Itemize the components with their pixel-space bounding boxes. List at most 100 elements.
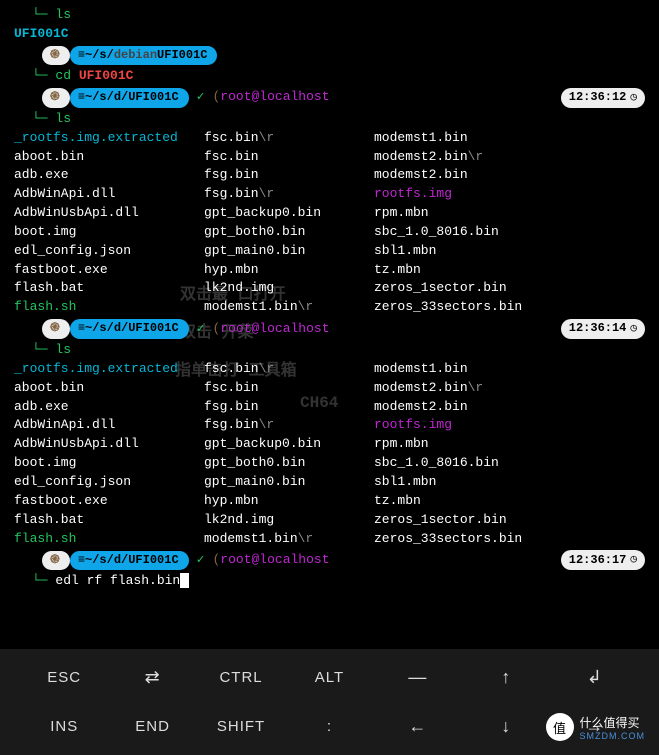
kb-key-alt[interactable]: ALT [285,669,373,686]
file-item: modemst2.bin [374,398,645,417]
path-pill: ≡ ~/s/d/UFI001C [70,319,189,338]
file-item: fsc.bin [204,379,374,398]
watermark-sub: SMZDM.COM [580,731,646,741]
os-badge: ֎ [42,88,70,107]
file-item: modemst1.bin\r [204,530,374,549]
file-item: boot.img [14,454,204,473]
command-input-line[interactable]: └─ edl rf flash.bin [14,572,645,591]
output-dir: UFI001C [14,25,645,44]
user-host: root@localhost [220,88,329,107]
file-item: adb.exe [14,166,204,185]
kb-key-—[interactable]: — [374,667,462,688]
cmd-cd: cd [55,68,71,83]
cursor [180,573,189,588]
check-icon: ✓ [189,320,213,339]
path-pill: ≡ ~/s/d/UFI001C [70,551,189,570]
file-item: zeros_1sector.bin [374,279,645,298]
user-host: root@localhost [220,320,329,339]
file-item: aboot.bin [14,379,204,398]
file-item: fastboot.exe [14,261,204,280]
time-badge: 12:36:17 [561,550,645,570]
file-item: rpm.mbn [374,435,645,454]
file-item: hyp.mbn [204,492,374,511]
kb-key-ctrl[interactable]: CTRL [197,669,285,686]
kb-key-end[interactable]: END [108,718,196,735]
paren-open: ( [212,551,220,570]
branch-icon: └─ [32,573,55,588]
kb-key-↲[interactable]: ↲ [551,667,639,688]
file-item: rpm.mbn [374,204,645,223]
file-item: gpt_both0.bin [204,223,374,242]
file-item: adb.exe [14,398,204,417]
clock-icon [630,320,637,338]
watermark: 值 什么值得买 SMZDM.COM [546,713,646,741]
watermark-text: 什么值得买 [580,714,646,731]
file-item: AdbWinApi.dll [14,416,204,435]
kb-key-↓[interactable]: ↓ [462,716,550,737]
file-item: flash.sh [14,298,204,317]
kb-key-⇄[interactable]: ⇄ [108,667,196,688]
os-badge: ֎ [42,551,70,570]
prompt-ufi-2: ֎ ≡ ~/s/d/UFI001C ✓ ( root@localhost 12:… [14,319,645,339]
file-item: sbl1.mbn [374,242,645,261]
file-item: hyp.mbn [204,261,374,280]
file-item: flash.bat [14,279,204,298]
os-badge: ֎ [42,46,70,65]
swirl-icon: ֎ [50,552,60,569]
cd-arg: UFI001C [79,68,134,83]
check-icon: ✓ [189,551,213,570]
branch-icon: └─ [32,342,55,357]
file-item: boot.img [14,223,204,242]
branch-icon: └─ [32,68,55,83]
file-item: modemst2.bin [374,166,645,185]
terminal-output: └─ ls UFI001C ֎ ≡ ~/s/debian UFI001C └─ … [0,0,659,591]
file-item: fsc.bin [204,148,374,167]
file-item: flash.bat [14,511,204,530]
file-item: AdbWinUsbApi.dll [14,204,204,223]
file-item: gpt_backup0.bin [204,204,374,223]
swirl-icon: ֎ [50,89,60,106]
cmd-edl: edl rf flash.bin [55,573,180,588]
kb-key-ins[interactable]: INS [20,718,108,735]
file-item: modemst2.bin\r [374,379,645,398]
kb-key-shift[interactable]: SHIFT [197,718,285,735]
kb-key-esc[interactable]: ESC [20,669,108,686]
file-item: AdbWinApi.dll [14,185,204,204]
file-item: tz.mbn [374,492,645,511]
kb-key-↑[interactable]: ↑ [462,667,550,688]
file-item: modemst1.bin [374,360,645,379]
time-badge: 12:36:14 [561,319,645,339]
file-item: fsg.bin [204,398,374,417]
file-item: flash.sh [14,530,204,549]
prompt-ufi-1: ֎ ≡ ~/s/d/UFI001C ✓ ( root@localhost 12:… [14,88,645,108]
file-item: sbl1.mbn [374,473,645,492]
file-item: fsg.bin\r [204,416,374,435]
file-item: AdbWinUsbApi.dll [14,435,204,454]
watermark-icon: 值 [546,713,574,741]
file-item: sbc_1.0_8016.bin [374,454,645,473]
paren-open: ( [212,320,220,339]
os-badge: ֎ [42,319,70,338]
file-item: gpt_main0.bin [204,473,374,492]
swirl-icon: ֎ [50,47,60,64]
file-item: zeros_1sector.bin [374,511,645,530]
branch-icon: └─ [32,111,55,126]
file-item: _rootfs.img.extracted [14,360,204,379]
file-item: fsc.bin\r [204,129,374,148]
clock-icon [630,551,637,569]
file-item: sbc_1.0_8016.bin [374,223,645,242]
path-pill: ≡ ~/s/d/UFI001C [70,88,189,107]
file-item: rootfs.img [374,416,645,435]
file-item: edl_config.json [14,473,204,492]
file-item: gpt_backup0.bin [204,435,374,454]
file-item: modemst2.bin\r [374,148,645,167]
prompt-ufi-3: ֎ ≡ ~/s/d/UFI001C ✓ ( root@localhost 12:… [14,550,645,570]
file-item: fsc.bin\r [204,360,374,379]
kb-key-←[interactable]: ← [374,716,462,737]
paren-open: ( [212,88,220,107]
cmd-ls: ls [55,7,71,22]
file-item: fsg.bin [204,166,374,185]
file-listing-1: _rootfs.img.extractedfsc.bin\rmodemst1.b… [14,129,645,317]
kb-key-:[interactable]: : [285,718,373,735]
file-item: modemst1.bin\r [204,298,374,317]
